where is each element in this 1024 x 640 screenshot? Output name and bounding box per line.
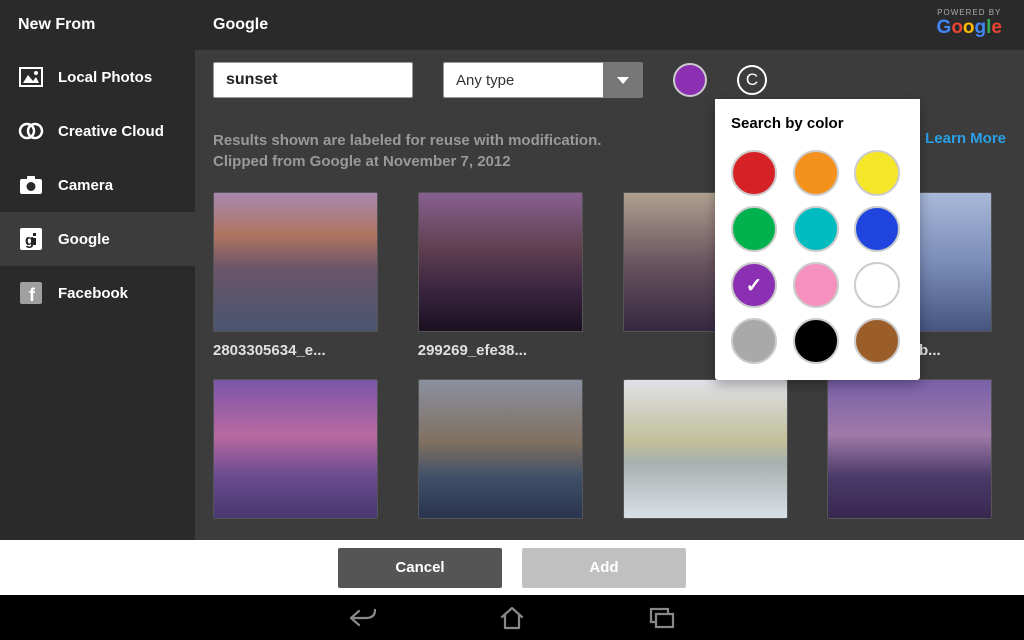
- google-icon: g: [18, 226, 44, 252]
- result-item[interactable]: 2803305634_e...: [213, 192, 392, 359]
- thumbnail-image: [418, 192, 583, 332]
- creative-cloud-icon: [18, 118, 44, 144]
- sidebar-item-label: Facebook: [58, 285, 128, 302]
- thumbnail-image: [623, 379, 788, 519]
- results-info: Results shown are labeled for reuse with…: [213, 130, 601, 172]
- color-option-gray[interactable]: [731, 318, 777, 364]
- thumbnail-image: [213, 379, 378, 519]
- search-input[interactable]: [213, 62, 413, 98]
- sidebar-item-creative-cloud[interactable]: Creative Cloud: [0, 104, 195, 158]
- color-option-red[interactable]: [731, 150, 777, 196]
- sidebar-item-facebook[interactable]: f Facebook: [0, 266, 195, 320]
- svg-text:g: g: [25, 232, 34, 249]
- powered-by-google: POWERED BY Google: [937, 8, 1002, 39]
- back-icon[interactable]: [347, 603, 377, 633]
- color-popover: Search by color: [715, 99, 920, 380]
- android-navbar: [0, 595, 1024, 640]
- recents-icon[interactable]: [647, 603, 677, 633]
- color-option-orange[interactable]: [793, 150, 839, 196]
- sidebar-item-label: Google: [58, 231, 110, 248]
- color-filter-button[interactable]: [673, 63, 707, 97]
- thumbnail-label: 299269_efe38...: [418, 342, 583, 359]
- google-logo-icon: Google: [937, 17, 1002, 39]
- type-select-label: Any type: [443, 62, 603, 98]
- result-item[interactable]: [213, 379, 392, 519]
- learn-more-link[interactable]: Learn More: [925, 130, 1006, 147]
- sidebar-item-label: Local Photos: [58, 69, 152, 86]
- color-option-pink[interactable]: [793, 262, 839, 308]
- result-item[interactable]: 299269_efe38...: [418, 192, 597, 359]
- sidebar-item-label: Creative Cloud: [58, 123, 164, 140]
- thumbnail-image: [418, 379, 583, 519]
- chevron-down-icon: [603, 62, 643, 98]
- sidebar-item-google[interactable]: g Google: [0, 212, 195, 266]
- result-item[interactable]: [623, 379, 802, 519]
- copyright-filter-button[interactable]: C: [737, 65, 767, 95]
- main-panel: Any type C Results shown are labeled for…: [195, 50, 1024, 555]
- color-option-black[interactable]: [793, 318, 839, 364]
- type-select[interactable]: Any type: [443, 62, 643, 98]
- color-option-green[interactable]: [731, 206, 777, 252]
- sidebar-item-camera[interactable]: Camera: [0, 158, 195, 212]
- color-option-brown[interactable]: [854, 318, 900, 364]
- color-option-yellow[interactable]: [854, 150, 900, 196]
- cancel-button[interactable]: Cancel: [338, 548, 502, 588]
- action-bar: Cancel Add: [0, 540, 1024, 595]
- page-title: Google: [195, 2, 1024, 48]
- new-from-label: New From: [0, 2, 195, 48]
- color-option-white[interactable]: [854, 262, 900, 308]
- image-icon: [18, 64, 44, 90]
- facebook-icon: f: [18, 280, 44, 306]
- home-icon[interactable]: [497, 603, 527, 633]
- result-item[interactable]: [827, 379, 1006, 519]
- result-item[interactable]: [418, 379, 597, 519]
- popover-title: Search by color: [731, 115, 904, 132]
- app-header: New From Google POWERED BY Google: [0, 0, 1024, 50]
- camera-icon: [18, 172, 44, 198]
- add-button[interactable]: Add: [522, 548, 686, 588]
- source-sidebar: Local Photos Creative Cloud Camera g Goo…: [0, 50, 195, 555]
- thumbnail-image: [827, 379, 992, 519]
- sidebar-item-label: Camera: [58, 177, 113, 194]
- color-option-teal[interactable]: [793, 206, 839, 252]
- svg-text:f: f: [29, 285, 36, 304]
- sidebar-item-local-photos[interactable]: Local Photos: [0, 50, 195, 104]
- color-option-purple[interactable]: [731, 262, 777, 308]
- thumbnail-image: [213, 192, 378, 332]
- thumbnail-label: 2803305634_e...: [213, 342, 378, 359]
- color-option-blue[interactable]: [854, 206, 900, 252]
